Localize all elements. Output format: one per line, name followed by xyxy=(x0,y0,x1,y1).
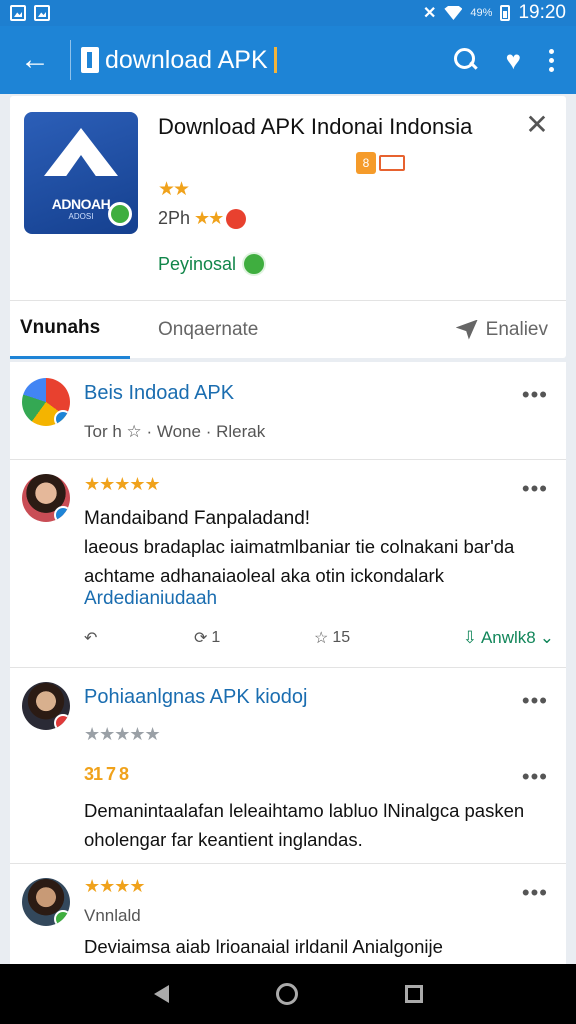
feed-post[interactable]: Pohiaanlgnas APK kiodoj ••• ★★★★★ 31 7 8… xyxy=(10,668,566,864)
avatar xyxy=(22,878,70,926)
more-options-icon[interactable]: ••• xyxy=(522,384,548,406)
battery-icon xyxy=(500,5,511,21)
post-meta: Vnnlald xyxy=(84,906,141,925)
document-icon xyxy=(81,47,99,73)
system-nav-bar xyxy=(0,964,576,1024)
publisher-name: Peyinosal xyxy=(158,253,237,274)
close-icon[interactable]: ✕ xyxy=(520,108,554,142)
post-score: 31 7 8 xyxy=(84,764,129,784)
source-badge-icon xyxy=(54,410,70,426)
search-field[interactable]: download APK xyxy=(71,46,454,75)
mute-icon: ✕ xyxy=(423,5,437,22)
gallery-notification-icon xyxy=(10,5,26,21)
feed-post[interactable]: ★★★★★ ••• Mandaiband Fanpaladand! laeous… xyxy=(10,460,566,668)
search-query: download APK xyxy=(105,45,268,74)
rating-line: 2Ph ★★ xyxy=(158,208,247,229)
app-card: ADNOAH ADOSI Download APK Indonai Indons… xyxy=(10,96,566,359)
reply-icon: ↶ xyxy=(84,630,98,647)
search-icon[interactable] xyxy=(453,48,478,72)
star-icon: ☆ xyxy=(314,630,329,647)
feed-post[interactable]: Beis Indoad APK Tor h ☆ · Wone · Rlerak … xyxy=(10,362,566,460)
app-name: Download APK Indonai Indonsia xyxy=(158,114,473,139)
app-stars: ★★ xyxy=(158,179,190,200)
tab-active[interactable]: Vnunahs xyxy=(10,301,130,359)
tab-bar: Vnunahs Onqaernate Enaliev xyxy=(10,300,566,359)
avatar xyxy=(22,474,70,522)
post-title[interactable]: Beis Indoad APK xyxy=(84,382,234,405)
rating-text: 2Ph xyxy=(158,208,191,228)
tab-second[interactable]: Onqaernate xyxy=(130,301,258,359)
clock: 19:20 xyxy=(518,2,566,23)
nav-home-icon[interactable] xyxy=(275,983,298,1005)
orange-badge-icon: 8 xyxy=(356,152,376,174)
post-link[interactable]: Ardedianiudaah xyxy=(84,588,217,610)
appbar-actions: ♥ xyxy=(453,47,576,73)
repost-count: 1 xyxy=(211,629,221,646)
avatar xyxy=(22,682,70,730)
rating-stars: ★★ xyxy=(194,208,224,228)
repost-button[interactable]: ⟳ 1 xyxy=(194,628,314,648)
post-stars: ★★★★★ xyxy=(84,724,161,744)
post-actions: ↶ ⟳ 1 ☆ 15 ⇩ Anwlk8 ⌄ xyxy=(84,628,554,648)
image-notification-icon xyxy=(34,5,50,21)
more-options-icon[interactable]: ••• xyxy=(522,766,548,788)
back-arrow-icon[interactable]: ← xyxy=(0,26,70,94)
app-logo-shape xyxy=(44,128,118,176)
more-options-icon[interactable]: ••• xyxy=(522,690,548,712)
battery-percent: 49% xyxy=(470,7,493,19)
app-badges: 8 xyxy=(356,152,405,174)
status-bar: ✕ 49% 19:20 xyxy=(0,0,576,26)
source-badge-icon xyxy=(54,910,70,926)
download-label: Anwlk8 xyxy=(480,628,536,647)
status-icons: ✕ 49% 19:20 xyxy=(423,2,566,24)
nav-recents-icon[interactable] xyxy=(404,985,423,1003)
share-button[interactable]: Enaliev xyxy=(455,301,566,359)
download-icon: ⇩ xyxy=(462,628,477,647)
text-cursor xyxy=(273,47,277,73)
feed-post[interactable]: ★★★★ ••• Vnnlald Deviaimsa aiab lrioanai… xyxy=(10,864,566,964)
post-meta: Tor h ☆ · Wone · Rlerak xyxy=(84,422,266,441)
source-badge-icon xyxy=(54,714,70,730)
like-button[interactable]: ☆ 15 xyxy=(314,628,434,648)
post-headline: Mandaiband Fanpaladand! xyxy=(84,508,311,529)
repost-icon: ⟳ xyxy=(194,630,208,647)
overflow-menu-icon[interactable] xyxy=(549,48,554,72)
post-body: Demanintaalafan leleaihtamo labluo lNina… xyxy=(84,800,525,850)
source-badge-icon xyxy=(54,506,70,522)
hot-icon xyxy=(226,208,247,229)
more-options-icon[interactable]: ••• xyxy=(522,882,548,904)
wifi-icon xyxy=(444,6,463,20)
download-button[interactable]: ⇩ Anwlk8 ⌄ xyxy=(463,628,554,648)
nav-back-icon[interactable] xyxy=(153,985,169,1003)
app-icon[interactable]: ADNOAH ADOSI xyxy=(24,112,138,234)
post-stars: ★★★★ xyxy=(84,876,146,896)
like-count: 15 xyxy=(332,629,351,646)
rated-badge-icon xyxy=(379,155,405,171)
feed: Beis Indoad APK Tor h ☆ · Wone · Rlerak … xyxy=(10,362,566,964)
post-body: Deviaimsa aiab lrioanaial irldanil Anial… xyxy=(84,936,443,957)
heart-icon[interactable]: ♥ xyxy=(506,47,521,73)
publisher[interactable]: Peyinosal xyxy=(158,252,267,276)
reply-button[interactable]: ↶ xyxy=(84,628,194,648)
verified-badge-icon xyxy=(108,202,132,226)
more-options-icon[interactable]: ••• xyxy=(522,478,548,500)
post-stars: ★★★★★ xyxy=(84,474,161,494)
app-bar: ← download APK ♥ xyxy=(0,26,576,94)
chevron-down-icon: ⌄ xyxy=(539,628,554,647)
send-icon xyxy=(455,319,478,340)
play-badge-icon xyxy=(242,252,267,276)
share-label: Enaliev xyxy=(485,318,548,340)
post-title[interactable]: Pohiaanlgnas APK kiodoj xyxy=(84,686,308,709)
post-body: laeous bradaplac iaimatmlbaniar tie coln… xyxy=(84,536,515,586)
avatar xyxy=(22,378,70,426)
